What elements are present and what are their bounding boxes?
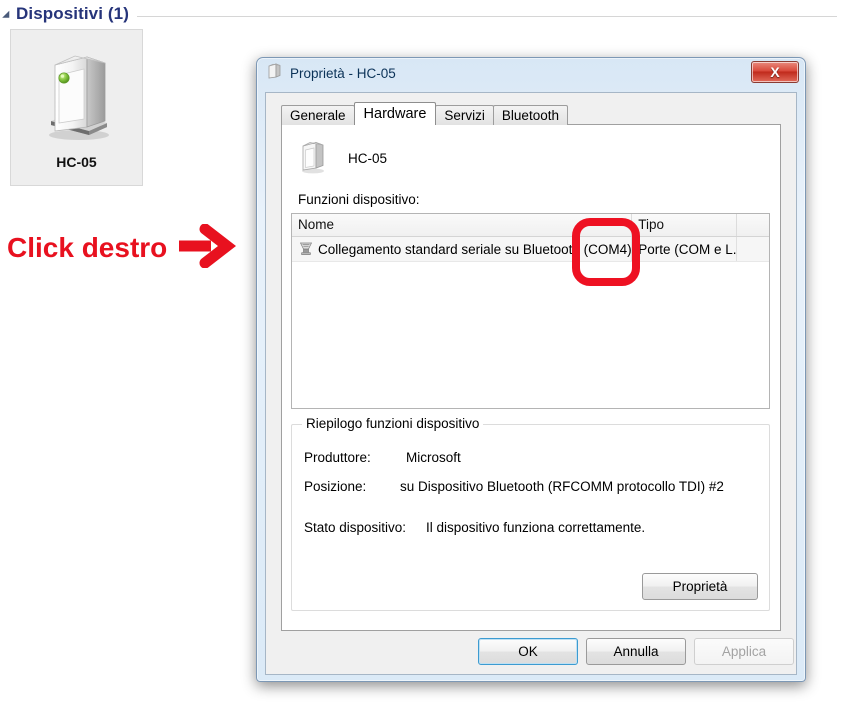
value-posizione: su Dispositivo Bluetooth (RFCOMM protoco… [400, 479, 724, 494]
properties-button[interactable]: Proprietà [642, 573, 758, 600]
table-row[interactable]: Collegamento standard seriale su Bluetoo… [292, 237, 769, 262]
close-icon[interactable]: X [751, 61, 799, 83]
close-glyph: X [770, 64, 780, 80]
label-posizione: Posizione: [304, 479, 367, 494]
triangle-collapse-icon[interactable] [2, 10, 13, 21]
column-header-nome[interactable]: Nome [292, 214, 633, 236]
dialog-footer: OK Annulla Applica [266, 629, 796, 674]
dialog-body: Generale Hardware Servizi Bluetooth HC-0… [265, 92, 797, 675]
tab-generale[interactable]: Generale [281, 105, 355, 125]
header-divider [136, 15, 837, 17]
ok-button[interactable]: OK [478, 638, 578, 665]
annotation-label: Click destro [7, 231, 168, 263]
properties-dialog: Proprietà - HC-05 X Generale Hardware Se… [256, 57, 806, 682]
functions-list-label: Funzioni dispositivo: [298, 192, 420, 207]
serial-port-icon [298, 240, 314, 259]
column-header-tipo[interactable]: Tipo [632, 214, 738, 236]
cell-extra [737, 237, 769, 261]
cell-nome-text: Collegamento standard seriale su Bluetoo… [318, 241, 632, 257]
tab-servizi[interactable]: Servizi [435, 105, 494, 125]
tabstrip: Generale Hardware Servizi Bluetooth [281, 102, 568, 125]
tab-hardware[interactable]: Hardware [353, 102, 437, 125]
device-summary-group: Riepilogo funzioni dispositivo Produttor… [291, 416, 770, 611]
apply-button: Applica [694, 638, 794, 665]
device-tile-hc05[interactable]: HC-05 [10, 29, 143, 186]
page-title: Dispositivi (1) [16, 4, 129, 23]
right-arrow-icon [177, 223, 237, 273]
device-header: HC-05 [298, 137, 387, 180]
dialog-titlebar[interactable]: Proprietà - HC-05 X [257, 58, 805, 88]
device-icon [267, 62, 282, 85]
label-produttore: Produttore: [304, 450, 371, 465]
cancel-button[interactable]: Annulla [586, 638, 686, 665]
cell-nome: Collegamento standard seriale su Bluetoo… [292, 237, 633, 261]
computer-tower-icon [298, 137, 328, 180]
label-stato: Stato dispositivo: [304, 520, 407, 535]
cell-tipo: Porte (COM e L... [632, 237, 738, 261]
column-header-extra[interactable] [737, 214, 769, 236]
tab-page-hardware: HC-05 Funzioni dispositivo: Nome Tipo Co… [281, 124, 781, 631]
tab-bluetooth[interactable]: Bluetooth [492, 105, 568, 125]
device-tile-label: HC-05 [56, 154, 97, 170]
annotation-click-destro: Click destro [7, 222, 237, 273]
computer-tower-icon [37, 43, 117, 148]
list-header-row: Nome Tipo [292, 214, 769, 237]
dialog-title: Proprietà - HC-05 [290, 65, 396, 81]
device-name-label: HC-05 [348, 151, 388, 166]
device-functions-list[interactable]: Nome Tipo Collegamento standard seriale … [291, 213, 770, 409]
summary-legend: Riepilogo funzioni dispositivo [302, 416, 484, 431]
value-produttore: Microsoft [406, 450, 461, 465]
value-stato: Il dispositivo funziona correttamente. [426, 520, 646, 535]
devices-section-header: Dispositivi (1) [0, 0, 847, 28]
